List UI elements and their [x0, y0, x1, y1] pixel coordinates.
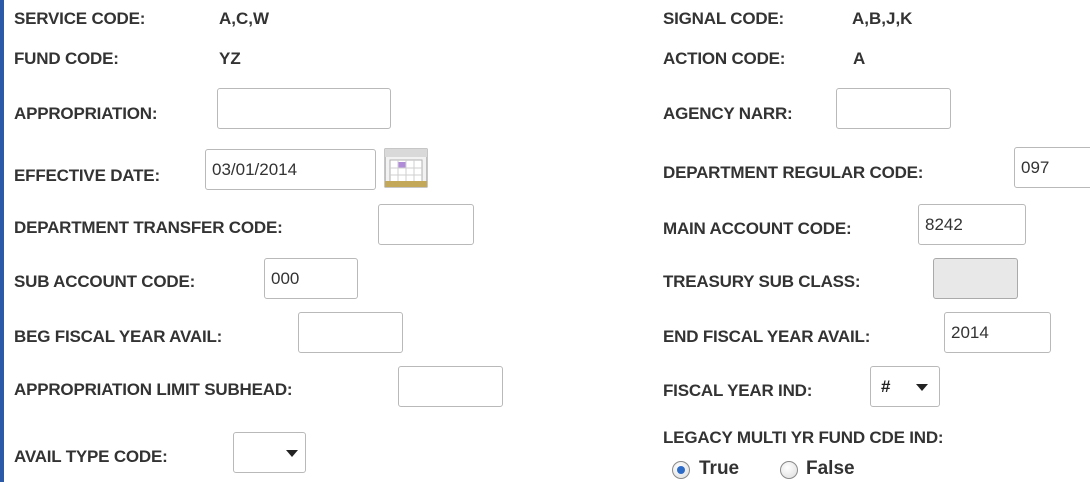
department-transfer-code-input[interactable]: [378, 204, 474, 245]
department-regular-code-input[interactable]: [1014, 147, 1090, 188]
legacy-false-label[interactable]: False: [806, 458, 855, 480]
fund-code-label: FUND CODE:: [14, 49, 119, 68]
avail-type-code-label: AVAIL TYPE CODE:: [14, 447, 168, 466]
treasury-sub-class-input: [933, 258, 1018, 299]
main-account-code-input[interactable]: [918, 204, 1026, 245]
service-code-label: SERVICE CODE:: [14, 9, 146, 28]
effective-date-input[interactable]: [205, 149, 376, 190]
beg-fiscal-year-avail-label: BEG FISCAL YEAR AVAIL:: [14, 327, 223, 346]
department-regular-code-label: DEPARTMENT REGULAR CODE:: [663, 163, 924, 182]
appropriation-input[interactable]: [217, 88, 391, 129]
main-account-code-label: MAIN ACCOUNT CODE:: [663, 219, 852, 238]
fiscal-year-ind-selected: #: [881, 377, 891, 396]
appropriation-limit-subhead-label: APPROPRIATION LIMIT SUBHEAD:: [14, 380, 293, 399]
beg-fiscal-year-avail-input[interactable]: [298, 312, 403, 353]
signal-code-value: A,B,J,K: [852, 9, 913, 28]
fiscal-year-ind-select[interactable]: #: [870, 366, 940, 407]
agency-narr-input[interactable]: [836, 88, 951, 129]
sub-account-code-label: SUB ACCOUNT CODE:: [14, 272, 196, 291]
chevron-down-icon: [916, 384, 928, 391]
appropriation-limit-subhead-input[interactable]: [398, 366, 503, 407]
legacy-multi-yr-label: LEGACY MULTI YR FUND CDE IND:: [663, 428, 944, 447]
signal-code-label: SIGNAL CODE:: [663, 9, 785, 28]
legacy-true-radio[interactable]: [672, 461, 690, 479]
action-code-label: ACTION CODE:: [663, 49, 786, 68]
service-code-value: A,C,W: [219, 9, 270, 28]
appropriation-label: APPROPRIATION:: [14, 104, 158, 123]
avail-type-code-select[interactable]: [233, 432, 306, 473]
sub-account-code-input[interactable]: [264, 258, 358, 299]
legacy-true-label[interactable]: True: [699, 458, 739, 480]
department-transfer-code-label: DEPARTMENT TRANSFER CODE:: [14, 218, 283, 237]
calendar-icon[interactable]: [384, 148, 428, 188]
fiscal-year-ind-label: FISCAL YEAR IND:: [663, 381, 813, 400]
effective-date-label: EFFECTIVE DATE:: [14, 166, 160, 185]
end-fiscal-year-avail-label: END FISCAL YEAR AVAIL:: [663, 327, 871, 346]
end-fiscal-year-avail-input[interactable]: [944, 312, 1051, 353]
treasury-sub-class-label: TREASURY SUB CLASS:: [663, 272, 861, 291]
chevron-down-icon: [286, 450, 298, 457]
legacy-false-radio[interactable]: [780, 461, 798, 479]
agency-narr-label: AGENCY NARR:: [663, 104, 793, 123]
left-edge-bar: [0, 0, 4, 482]
fund-code-value: YZ: [219, 49, 241, 68]
action-code-value: A: [853, 49, 866, 68]
